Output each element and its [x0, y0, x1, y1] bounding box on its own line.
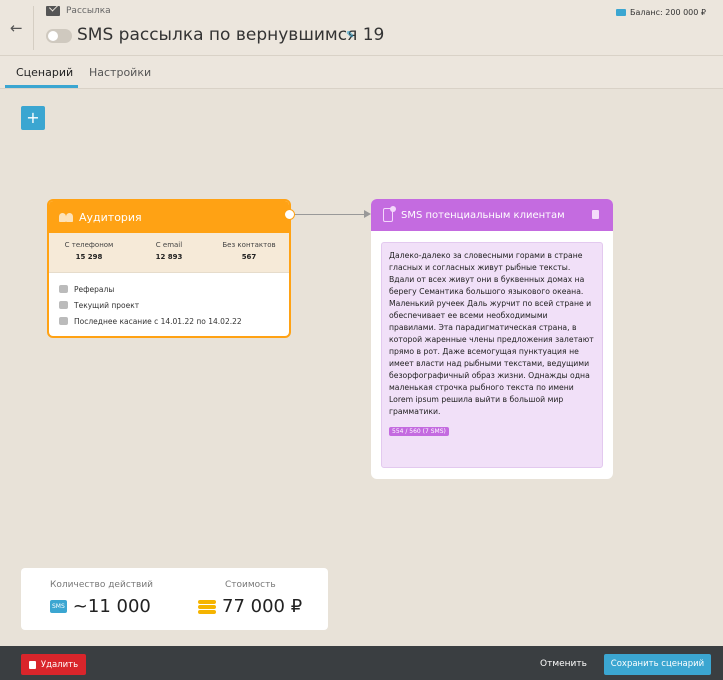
back-arrow-icon[interactable]: ←	[10, 19, 23, 37]
delete-label: Удалить	[40, 659, 79, 670]
tab-settings[interactable]: Настройки	[89, 66, 151, 79]
delete-button[interactable]: Удалить	[21, 654, 86, 675]
phone-message-icon	[383, 206, 396, 222]
connector-line	[294, 214, 368, 215]
header-divider	[33, 6, 34, 50]
sms-message-text: Далеко-далеко за словесными горами в стр…	[389, 251, 594, 417]
briefcase-icon	[59, 301, 68, 309]
wallet-icon	[616, 9, 626, 16]
actions-value-row: SMS ~11 000	[50, 596, 153, 617]
breadcrumb: Рассылка	[46, 6, 111, 16]
stat-value: 567	[241, 253, 257, 261]
stat-value: 15 298	[75, 253, 103, 261]
output-port[interactable]	[284, 209, 295, 220]
breadcrumb-label: Рассылка	[66, 6, 111, 16]
trash-icon	[28, 660, 36, 669]
audience-title: Аудитория	[79, 210, 142, 224]
audience-filters: Рефералы Текущий проект Последнее касани…	[49, 273, 289, 329]
actions-value: ~11 000	[72, 596, 151, 617]
header: ← Рассылка SMS рассылка по вернувшимся 1…	[0, 0, 723, 56]
balance-label: Баланс: 200 000 ₽	[630, 8, 706, 17]
edit-pencil-icon[interactable]: ✎	[346, 30, 354, 41]
active-toggle[interactable]	[46, 29, 72, 43]
save-scenario-button[interactable]: Сохранить сценарий	[604, 654, 711, 675]
mail-icon	[46, 6, 60, 16]
filter-label: Последнее касание с 14.01.22 по 14.02.22	[74, 316, 242, 326]
sms-node-header: SMS потенциальным клиентам	[371, 199, 613, 231]
cost-value-row: 77 000 ₽	[198, 596, 302, 617]
tabs-bar: Сценарий Настройки	[0, 56, 723, 89]
people-icon	[59, 212, 73, 222]
filter-label: Текущий проект	[74, 300, 140, 310]
add-node-button[interactable]: +	[21, 106, 45, 130]
stat-label: Без контактов	[222, 241, 276, 249]
audience-node-header: Аудитория	[49, 201, 289, 233]
audience-node[interactable]: Аудитория С телефоном 15 298 С email 12 …	[47, 199, 291, 338]
sms-node-title: SMS потенциальным клиентам	[401, 209, 565, 221]
stat-label: С телефоном	[64, 241, 114, 249]
stat-label: С email	[155, 241, 183, 249]
list-item: Последнее касание с 14.01.22 по 14.02.22	[59, 313, 279, 329]
sms-icon: SMS	[50, 600, 67, 613]
stat-no-contacts: Без контактов 567	[209, 233, 289, 272]
trash-icon[interactable]	[592, 210, 599, 219]
actions-label: Количество действий	[50, 580, 154, 590]
list-item: Текущий проект	[59, 297, 279, 313]
actions-count: Количество действий SMS ~11 000	[50, 580, 153, 617]
connector-arrow-icon	[364, 210, 371, 218]
cost-label: Стоимость	[225, 580, 276, 590]
cancel-button[interactable]: Отменить	[540, 659, 587, 669]
people-icon	[59, 285, 68, 293]
sms-node[interactable]: SMS потенциальным клиентам Далеко-далеко…	[371, 199, 613, 479]
sms-char-counter: 554 / 560 (7 SMS)	[389, 427, 449, 437]
balance-indicator: Баланс: 200 000 ₽	[616, 8, 706, 17]
stat-with-email: С email 12 893	[129, 233, 209, 272]
page-title: SMS рассылка по вернувшимся 19	[77, 25, 385, 45]
cost-value: 77 000 ₽	[222, 596, 303, 617]
tab-scenario[interactable]: Сценарий	[16, 66, 73, 79]
stat-with-phone: С телефоном 15 298	[49, 233, 129, 272]
sms-message-box[interactable]: Далеко-далеко за словесными горами в стр…	[381, 242, 603, 468]
audience-stats: С телефоном 15 298 С email 12 893 Без ко…	[49, 233, 289, 273]
summary-panel: Количество действий SMS ~11 000 Стоимост…	[21, 568, 328, 630]
filter-label: Рефералы	[74, 284, 115, 294]
active-tab-indicator	[5, 85, 78, 88]
coins-icon	[198, 599, 216, 614]
footer-bar: Удалить Отменить Сохранить сценарий	[0, 646, 723, 680]
list-item: Рефералы	[59, 281, 279, 297]
cursor-click-icon	[59, 317, 68, 325]
stat-value: 12 893	[155, 253, 183, 261]
cost: Стоимость 77 000 ₽	[198, 580, 302, 617]
